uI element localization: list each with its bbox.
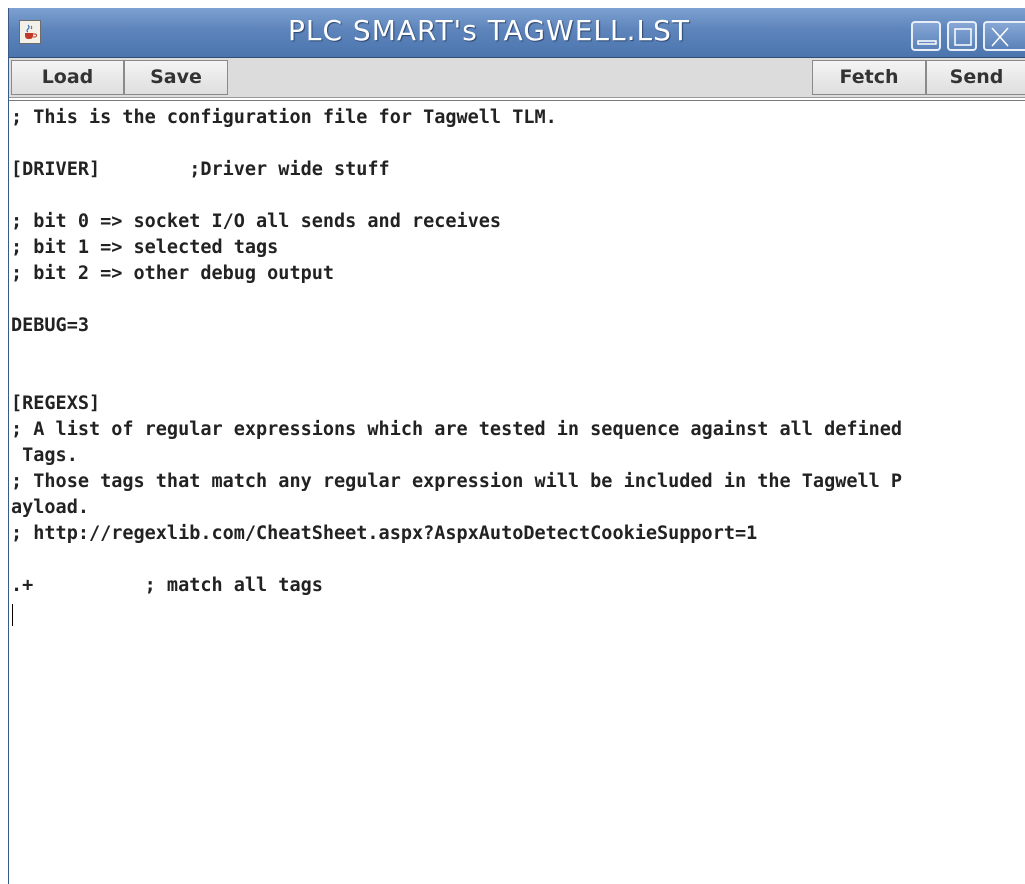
close-button[interactable] (983, 21, 1025, 51)
title-bar[interactable]: PLC SMART's TAGWELL.LST (9, 8, 1025, 58)
minimize-icon (917, 40, 937, 45)
maximize-button[interactable] (947, 21, 977, 51)
editor-content[interactable]: ; This is the configuration file for Tag… (11, 105, 902, 599)
save-button[interactable]: Save (124, 60, 228, 95)
app-window: PLC SMART's TAGWELL.LST Load Save Fetch … (8, 8, 1025, 884)
text-cursor (12, 604, 13, 626)
load-button[interactable]: Load (11, 60, 124, 95)
text-editor[interactable]: ; This is the configuration file for Tag… (9, 100, 1025, 884)
fetch-button[interactable]: Fetch (812, 60, 926, 95)
minimize-button[interactable] (911, 21, 941, 51)
maximize-icon (954, 28, 972, 46)
window-title: PLC SMART's TAGWELL.LST (288, 14, 690, 47)
send-button[interactable]: Send (926, 60, 1025, 95)
close-icon (991, 27, 1009, 47)
toolbar: Load Save Fetch Send (9, 58, 1025, 98)
